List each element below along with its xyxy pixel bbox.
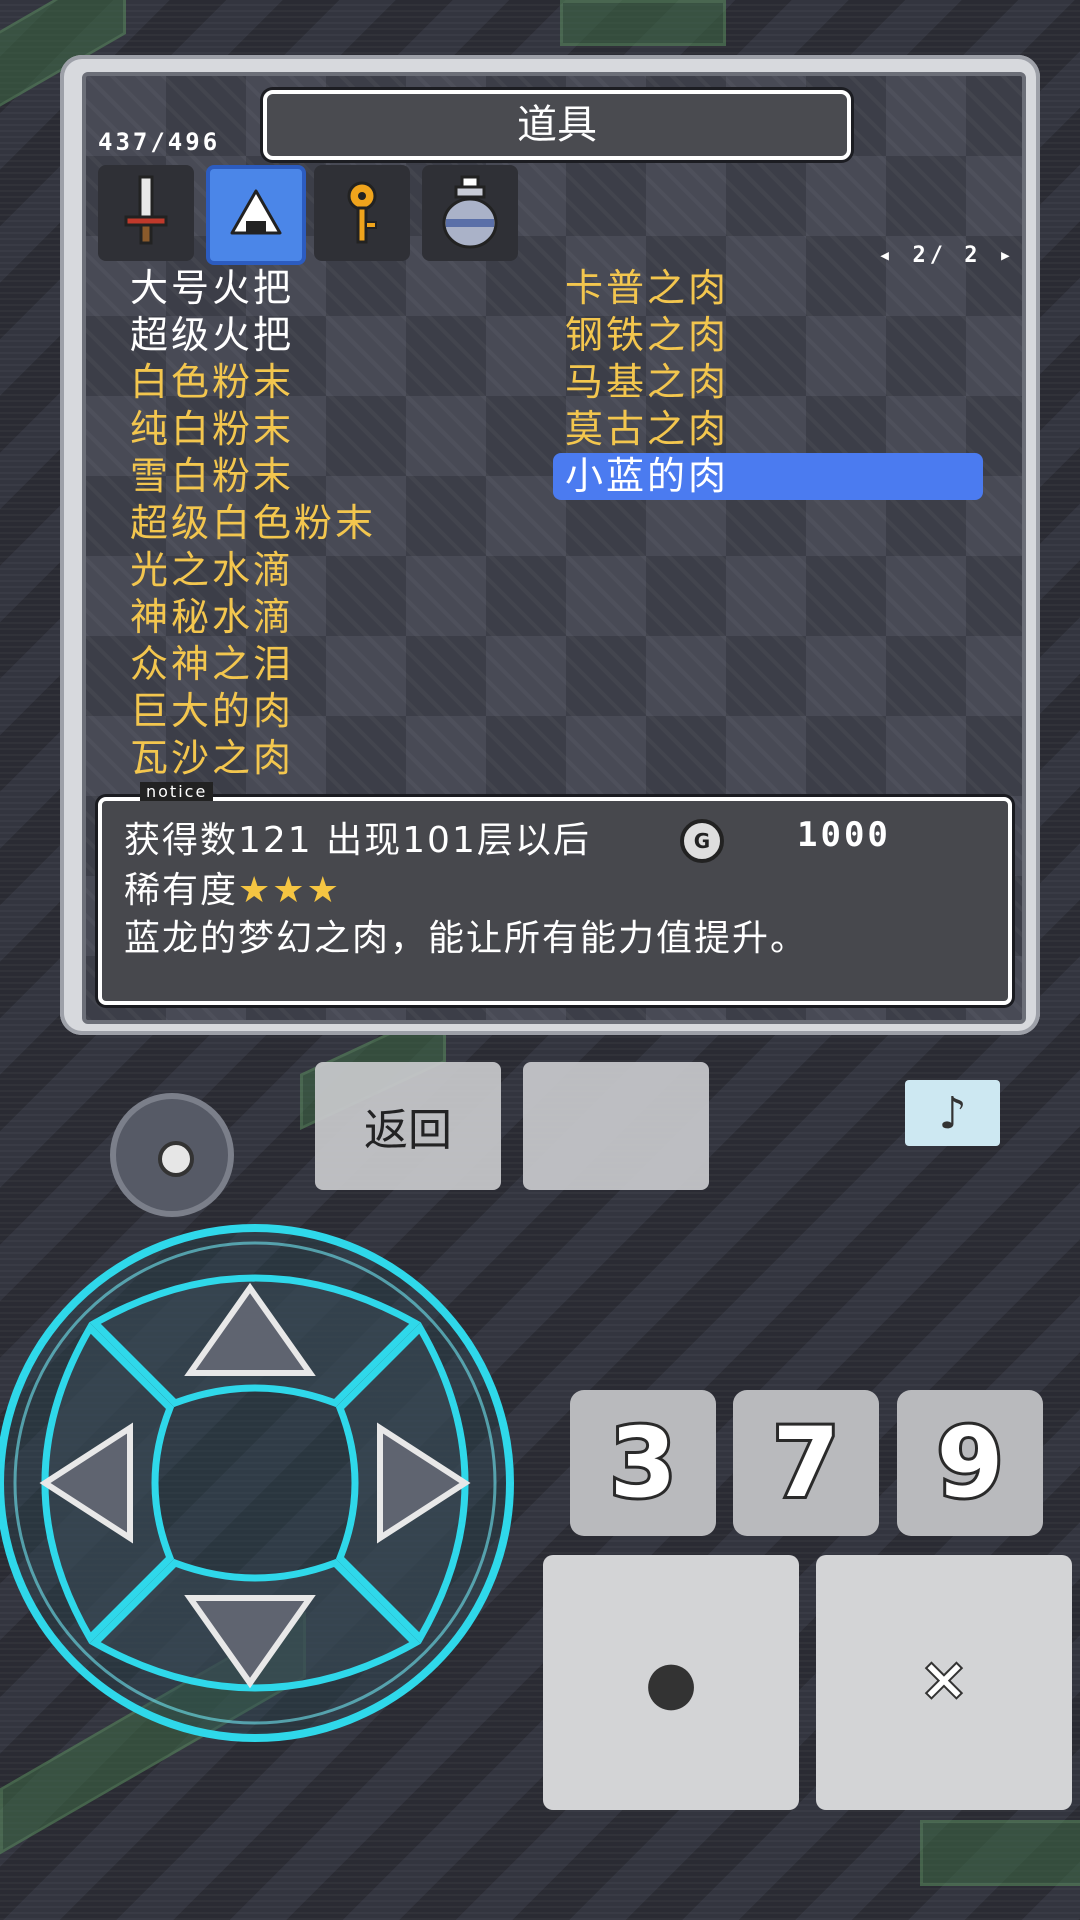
key-3-button[interactable]: 3 bbox=[570, 1390, 716, 1536]
item-description: 蓝龙的梦幻之肉，能让所有能力值提升。 bbox=[124, 918, 809, 959]
dpad bbox=[0, 1224, 514, 1742]
item-list-entry-selected[interactable]: 小蓝的肉 bbox=[553, 453, 983, 500]
right-item-list: 卡普之肉 钢铁之肉 马基之肉 莫古之肉 小蓝的肉 bbox=[553, 265, 983, 500]
item-list-entry[interactable]: 大号火把 bbox=[130, 265, 376, 312]
tab-weapons[interactable] bbox=[98, 165, 194, 261]
item-list-entry[interactable]: 巨大的肉 bbox=[130, 688, 376, 735]
circle-icon: ● bbox=[644, 1647, 698, 1718]
window-title: 道具 bbox=[263, 90, 851, 160]
key-icon bbox=[347, 181, 377, 244]
item-list-entry[interactable]: 白色粉末 bbox=[130, 359, 376, 406]
item-list-entry[interactable]: 马基之肉 bbox=[565, 359, 983, 406]
next-page-arrow-icon[interactable]: ▸ bbox=[999, 243, 1016, 268]
item-price: 1000 bbox=[797, 815, 891, 855]
gold-coin-icon: G bbox=[680, 819, 724, 863]
item-list-entry[interactable]: 超级白色粉末 bbox=[130, 500, 376, 547]
confirm-button[interactable]: ● bbox=[543, 1555, 799, 1810]
item-list-entry[interactable]: 钢铁之肉 bbox=[565, 312, 983, 359]
item-list-entry[interactable]: 雪白粉末 bbox=[130, 453, 376, 500]
rarity-label: 稀有度 bbox=[124, 870, 239, 911]
tab-consumables[interactable] bbox=[206, 165, 306, 265]
tab-keys[interactable] bbox=[314, 165, 410, 261]
left-item-list: 大号火把 超级火把 白色粉末 纯白粉末 雪白粉末 超级白色粉末 光之水滴 神秘水滴 众神之泪 巨大… bbox=[130, 265, 376, 782]
item-list-entry[interactable]: 卡普之肉 bbox=[565, 265, 983, 312]
floor-tile bbox=[560, 0, 726, 46]
cancel-button[interactable]: ✕ bbox=[816, 1555, 1072, 1810]
tab-pots[interactable] bbox=[422, 165, 518, 261]
cross-icon: ✕ bbox=[919, 1648, 970, 1717]
settings-gear-icon[interactable] bbox=[110, 1093, 234, 1217]
item-list-entry[interactable]: 光之水滴 bbox=[130, 547, 376, 594]
item-list-entry[interactable]: 众神之泪 bbox=[130, 641, 376, 688]
notice-tag: notice bbox=[140, 782, 214, 801]
item-stats-line: 获得数121 出现101层以后 bbox=[124, 820, 591, 861]
item-list-entry[interactable]: 纯白粉末 bbox=[130, 406, 376, 453]
floor-tile bbox=[920, 1820, 1080, 1886]
back-button[interactable]: 返回 bbox=[315, 1062, 501, 1190]
sword-icon bbox=[124, 175, 168, 245]
item-list-entry[interactable]: 超级火把 bbox=[130, 312, 376, 359]
blank-button[interactable] bbox=[523, 1062, 709, 1190]
rice-ball-icon bbox=[230, 189, 282, 235]
item-count: 437/496 bbox=[98, 128, 221, 156]
music-note-icon: ♪ bbox=[938, 1087, 967, 1139]
key-9-button[interactable]: 9 bbox=[897, 1390, 1043, 1536]
rarity-stars: ★★★ bbox=[238, 870, 341, 911]
rarity-line: 稀有度★★★ bbox=[124, 861, 341, 913]
music-toggle-button[interactable]: ♪ bbox=[905, 1080, 1000, 1146]
pot-icon bbox=[442, 175, 498, 249]
key-7-button[interactable]: 7 bbox=[733, 1390, 879, 1536]
item-list-entry[interactable]: 莫古之肉 bbox=[565, 406, 983, 453]
item-info-box: 获得数121 出现101层以后 G 1000 稀有度★★★ 蓝龙的梦幻之肉，能让… bbox=[98, 797, 1012, 1005]
item-list-entry[interactable]: 神秘水滴 bbox=[130, 594, 376, 641]
item-list-entry[interactable]: 瓦沙之肉 bbox=[130, 735, 376, 782]
